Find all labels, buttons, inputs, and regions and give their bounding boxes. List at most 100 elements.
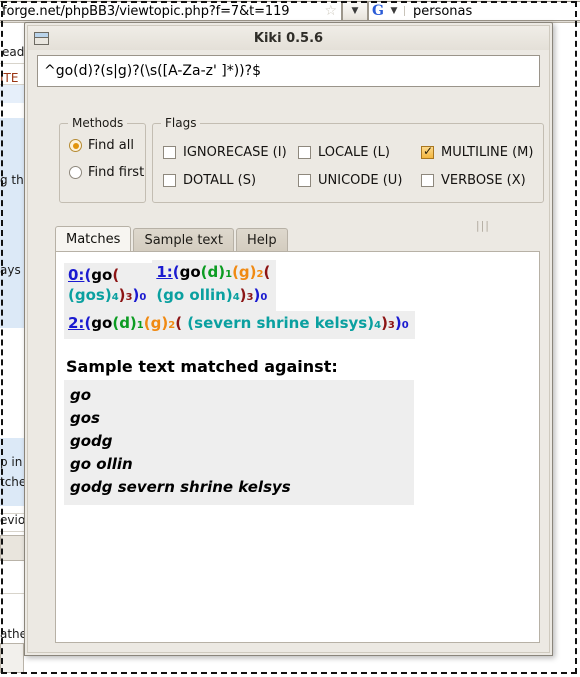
group-subscript: 0 xyxy=(401,320,409,331)
checkbox-verbose-box xyxy=(421,174,434,187)
match-entry: 0:(go((gos)4)3)0 xyxy=(64,263,153,311)
match-line: 0:(go( xyxy=(68,265,146,285)
match-line: (go ollin)4)3)0 xyxy=(156,285,270,308)
group-subscript: 1 xyxy=(136,320,144,331)
match-list: 0:(go((gos)4)3)0 1:(go(d)1(g)2((go ollin)… xyxy=(64,260,531,339)
match-token: (g) xyxy=(232,263,257,281)
page-text-fragment: athe xyxy=(0,627,28,641)
radio-find-all-label: Find all xyxy=(88,138,134,153)
screen: forge.net/phpBB3/viewtopic.php?f=7&t=119… xyxy=(0,0,580,677)
radio-find-all[interactable]: Find all xyxy=(69,138,134,153)
flags-group: Flags IGNORECASE (I) LOCALE (L) MULTILIN… xyxy=(152,116,544,203)
checkbox-ignorecase[interactable]: IGNORECASE (I) xyxy=(163,145,287,160)
sample-line: go xyxy=(70,386,92,404)
page-rule xyxy=(0,531,26,532)
checkbox-verbose[interactable]: VERBOSE (X) xyxy=(421,173,526,188)
match-line: (gos)4)3)0 xyxy=(68,285,146,308)
match-index: 1: xyxy=(156,263,173,281)
checkbox-multiline[interactable]: MULTILINE (M) xyxy=(421,144,534,160)
match-token: go xyxy=(91,266,113,284)
address-bar-url: forge.net/phpBB3/viewtopic.php?f=7&t=119 xyxy=(2,3,290,19)
group-subscript: 4 xyxy=(111,292,119,303)
matches-panel: 0:(go((gos)4)3)0 1:(go(d)1(g)2((go ollin)… xyxy=(55,251,540,643)
tab-sample-text[interactable]: Sample text xyxy=(133,228,234,252)
page-text-fragment: ays xyxy=(0,263,21,277)
window-title: Kiki 0.5.6 xyxy=(253,30,324,46)
checkbox-locale-label: LOCALE (L) xyxy=(318,145,390,160)
match-entry: 2:(go(d)1(g)2( (severn shrine kelsys)4)3… xyxy=(64,311,415,339)
match-token: ) xyxy=(381,314,388,332)
match-token: go xyxy=(179,263,201,281)
page-text-fragment: tche xyxy=(0,475,27,489)
sample-line: godg severn shrine kelsys xyxy=(70,478,291,496)
checkbox-unicode-box xyxy=(298,174,311,187)
match-token: ( xyxy=(172,263,180,281)
page-text-fragment: ead xyxy=(2,45,25,59)
checkbox-dotall[interactable]: DOTALL (S) xyxy=(163,173,256,188)
page-button[interactable] xyxy=(0,535,26,561)
window-titlebar[interactable]: Kiki 0.5.6 xyxy=(28,26,549,50)
radio-find-first-indicator xyxy=(69,166,82,179)
match-line: 1:(go(d)1(g)2( xyxy=(156,262,270,285)
page-highlight-band xyxy=(0,85,26,103)
group-subscript: 3 xyxy=(387,320,395,331)
search-bar[interactable]: G ▼ personas xyxy=(368,1,580,21)
match-token: ) xyxy=(239,286,247,304)
radio-find-first-label: Find first xyxy=(88,165,145,180)
radio-find-all-indicator xyxy=(69,139,82,152)
page-field[interactable] xyxy=(0,643,24,673)
results-area: 0:(go((gos)4)3)0 1:(go(d)1(g)2((go ollin)… xyxy=(64,260,531,505)
match-token: (gos) xyxy=(68,286,112,304)
tab-matches[interactable]: Matches xyxy=(55,226,132,252)
match-index: 0: xyxy=(68,266,85,284)
group-subscript: 0 xyxy=(260,292,268,303)
checkbox-unicode[interactable]: UNICODE (U) xyxy=(298,173,402,188)
group-subscript: 0 xyxy=(139,292,147,303)
checkbox-ignorecase-label: IGNORECASE (I) xyxy=(183,145,287,160)
flags-legend: Flags xyxy=(161,116,201,130)
radio-find-first[interactable]: Find first xyxy=(69,165,144,180)
match-entry: 1:(go(d)1(g)2((go ollin)4)3)0 xyxy=(152,260,277,311)
tab-help-label: Help xyxy=(246,233,277,248)
page-sidebar-band-2 xyxy=(0,438,26,506)
page-text-fragment: p in xyxy=(0,455,23,469)
page-rule xyxy=(0,593,26,594)
tab-help[interactable]: Help xyxy=(235,228,288,252)
search-input-value: personas xyxy=(412,3,473,19)
group-subscript: 4 xyxy=(232,292,240,303)
search-engine-dropdown-icon[interactable]: ▼ xyxy=(384,6,405,16)
group-subscript: 3 xyxy=(246,292,254,303)
google-g-logo: G xyxy=(372,3,384,19)
checkbox-dotall-label: DOTALL (S) xyxy=(183,173,257,188)
match-token: go xyxy=(91,314,113,332)
address-bar-dropdown-icon[interactable]: ▼ xyxy=(342,1,368,21)
checkbox-multiline-label: MULTILINE (M) xyxy=(441,145,534,160)
address-bar[interactable]: forge.net/phpBB3/viewtopic.php?f=7&t=119… xyxy=(0,1,342,21)
checkbox-locale[interactable]: LOCALE (L) xyxy=(298,145,390,160)
checkbox-dotall-box xyxy=(163,174,176,187)
sample-text-box: go gos godg go ollin godg severn shrine kels… xyxy=(64,380,414,505)
checkbox-unicode-label: UNICODE (U) xyxy=(318,173,403,188)
kiki-window: Kiki 0.5.6 Methods Find all Find first F… xyxy=(24,22,553,656)
sample-line: godg xyxy=(70,432,113,450)
star-icon[interactable]: ☆ xyxy=(324,3,337,19)
checkbox-multiline-box xyxy=(421,144,434,159)
tab-bar: Matches Sample text Help xyxy=(55,226,290,252)
match-line: 2:(go(d)1(g)2( (severn shrine kelsys)4)3… xyxy=(68,313,409,336)
regex-input-wrapper xyxy=(37,55,540,87)
group-subscript: 2 xyxy=(256,269,264,280)
match-token: (g) xyxy=(143,314,169,332)
checkbox-ignorecase-box xyxy=(163,146,176,159)
tab-matches-label: Matches xyxy=(66,232,121,247)
page-text-fragment: g th xyxy=(0,173,24,187)
regex-input[interactable] xyxy=(37,55,540,87)
page-text-fragment: ITE xyxy=(0,71,19,85)
browser-toolbar: forge.net/phpBB3/viewtopic.php?f=7&t=119… xyxy=(0,0,580,23)
sample-heading: Sample text matched against: xyxy=(66,357,338,376)
match-token: ) xyxy=(394,314,402,332)
match-index: 2: xyxy=(68,314,85,332)
sample-line: go ollin xyxy=(70,455,133,473)
match-token: (severn shrine kelsys) xyxy=(187,314,375,332)
methods-legend: Methods xyxy=(68,116,128,130)
sample-line: gos xyxy=(70,409,100,427)
